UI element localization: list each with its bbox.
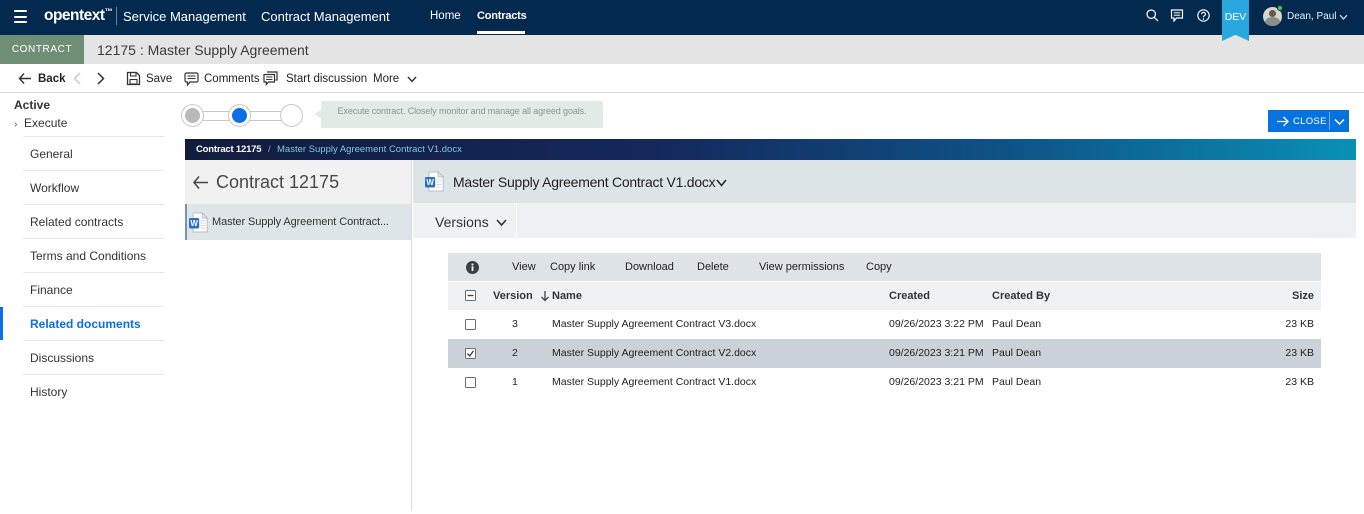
svg-text:W: W	[190, 219, 198, 228]
svg-text:W: W	[426, 178, 434, 187]
